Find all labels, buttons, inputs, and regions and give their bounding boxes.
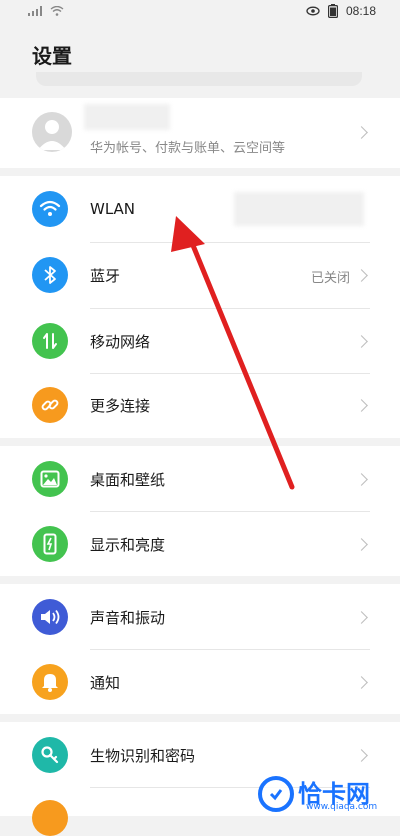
settings-item-label: 蓝牙 [90, 267, 121, 285]
chevron-right-icon [355, 676, 368, 689]
account-subtitle: 华为帐号、付款与账单、云空间等 [90, 141, 286, 156]
settings-item-label: WLAN [90, 200, 136, 218]
chevron-right-icon [355, 269, 368, 282]
mobile-data-icon [32, 323, 68, 359]
wallpaper-icon [32, 461, 68, 497]
settings-item-label: 生物识别和密码 [90, 747, 196, 765]
settings-item-label: 通知 [90, 674, 121, 692]
wifi-network-redacted [234, 192, 364, 226]
settings-item-display[interactable]: 显示和亮度 [0, 511, 400, 576]
avatar-icon [38, 120, 66, 150]
key-icon [32, 737, 68, 773]
settings-item-sound[interactable]: 声音和振动 [0, 584, 400, 649]
chevron-right-icon [355, 335, 368, 348]
status-right: 08:18 [306, 4, 376, 18]
settings-item-bluetooth[interactable]: 蓝牙 已关闭 [0, 242, 400, 308]
signal-icon [28, 6, 42, 16]
watermark-url: www.qiaqa.com [306, 802, 378, 812]
settings-item-label: 更多连接 [90, 397, 151, 415]
avatar [32, 112, 72, 152]
wifi-status-icon [50, 6, 64, 16]
settings-item-wallpaper[interactable]: 桌面和壁纸 [0, 446, 400, 511]
settings-item-more-connections[interactable]: 更多连接 [0, 373, 400, 438]
settings-item-label: 桌面和壁纸 [90, 471, 166, 489]
network-group: WLAN 蓝牙 已关闭 移动网络 更多连接 [0, 176, 400, 438]
account-name-redacted [84, 104, 170, 130]
chevron-right-icon [355, 399, 368, 412]
sound-icon [32, 599, 68, 635]
bluetooth-status: 已关闭 [310, 271, 350, 286]
chevron-right-icon [355, 611, 368, 624]
bluetooth-icon [32, 257, 68, 293]
chevron-right-icon [355, 473, 368, 486]
chevron-right-icon [355, 749, 368, 762]
sound-group: 声音和振动 通知 [0, 584, 400, 714]
page-title: 设置 [32, 44, 72, 68]
settings-item-label: 声音和振动 [90, 609, 166, 627]
watermark-logo: 恰卡网 www.qiaqa.com [258, 772, 400, 816]
settings-item-wlan[interactable]: WLAN [0, 176, 400, 242]
settings-item-label: 移动网络 [90, 333, 151, 351]
eye-comfort-icon [306, 6, 320, 16]
display-group: 桌面和壁纸 显示和亮度 [0, 446, 400, 576]
display-icon [32, 526, 68, 562]
status-bar: 08:18 [0, 0, 400, 26]
chevron-right-icon [355, 126, 368, 139]
status-left [28, 6, 64, 16]
settings-item-label: 显示和亮度 [90, 536, 166, 554]
account-card[interactable]: 华为帐号、付款与账单、云空间等 [0, 98, 400, 168]
status-time: 08:18 [345, 4, 376, 18]
watermark-logo-icon [258, 776, 294, 812]
chevron-right-icon [355, 538, 368, 551]
link-icon [32, 387, 68, 423]
wifi-icon [32, 191, 68, 227]
bell-icon [32, 664, 68, 700]
battery-icon [327, 4, 338, 18]
search-bar[interactable] [36, 72, 362, 86]
apps-icon [32, 800, 68, 836]
settings-item-mobile-network[interactable]: 移动网络 [0, 308, 400, 373]
settings-item-notifications[interactable]: 通知 [0, 649, 400, 714]
